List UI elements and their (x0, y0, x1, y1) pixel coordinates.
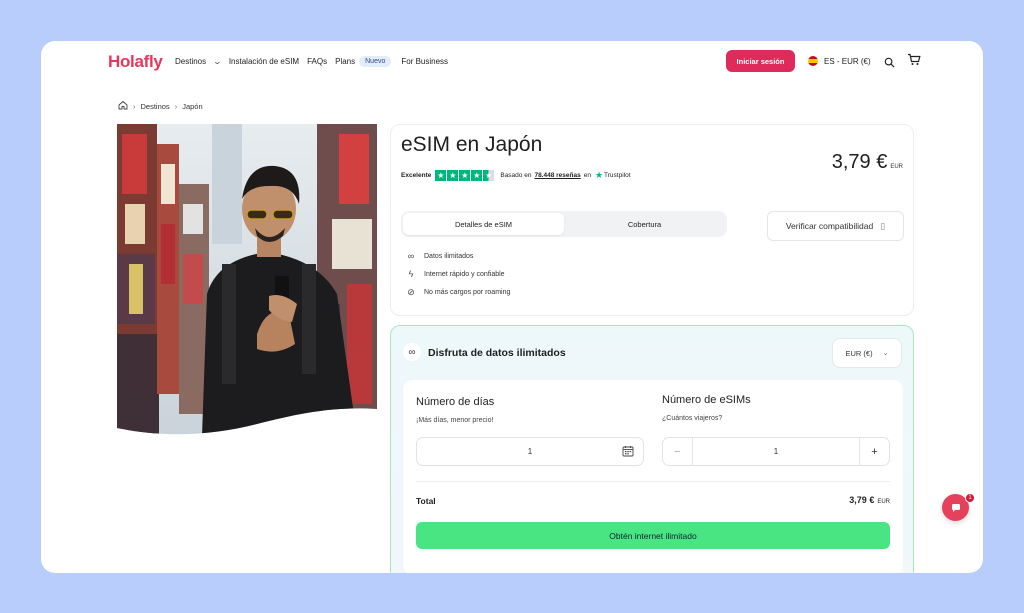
feature-item: ⊘ No más cargos por roaming (405, 283, 510, 301)
language-label: ES - EUR (€) (824, 56, 871, 66)
get-internet-button[interactable]: Obtén internet ilimitado (416, 522, 890, 549)
on-text: en (583, 172, 591, 179)
breadcrumb-separator: › (174, 101, 178, 111)
spain-flag-icon (808, 56, 818, 66)
nav-faqs[interactable]: FAQs (307, 57, 327, 66)
plan-title: Disfruta de datos ilimitados (428, 347, 566, 359)
breadcrumb-current: Japón (182, 101, 203, 111)
tab-esim-details[interactable]: Detalles de eSIM (403, 213, 564, 235)
decrement-button[interactable]: − (663, 438, 693, 465)
no-roaming-icon: ⊘ (407, 286, 415, 297)
product-tabs: Detalles de eSIM Cobertura (401, 211, 727, 237)
feature-label: Datos ilimitados (424, 252, 474, 260)
esims-label: Número de eSIMs (662, 394, 751, 406)
nav-destinations[interactable]: Destinos ⌄ (175, 57, 223, 66)
increment-button[interactable]: + (859, 438, 889, 465)
nav-business[interactable]: For Business (401, 57, 448, 66)
main-nav: Destinos ⌄ Instalación de eSIM FAQs Plan… (175, 56, 456, 67)
total-currency: EUR (877, 499, 890, 505)
infinity-icon: ∞ (403, 343, 421, 361)
days-hint: ¡Más días, menor precio! (416, 417, 494, 424)
breadcrumb: › Destinos › Japón (118, 100, 203, 112)
chevron-down-icon: ⌄ (212, 57, 223, 66)
esims-value[interactable]: 1 (693, 447, 859, 456)
price-amount: 3,79 € (831, 151, 888, 173)
half-star-icon: ★ (483, 170, 495, 181)
search-icon[interactable] (884, 55, 895, 73)
nav-plans-label: Plans (335, 57, 356, 66)
rating-stars: ★ ★ ★ ★ ★ (435, 170, 495, 181)
total-amount: 3,79 € (849, 495, 875, 505)
product-card: eSIM en Japón Excelente ★ ★ ★ ★ ★ Basado… (390, 124, 914, 316)
calendar-icon[interactable] (622, 445, 634, 459)
esims-hint: ¿Cuántos viajeros? (662, 415, 723, 422)
feature-item: ∞ Datos ilimitados (405, 247, 510, 265)
price-currency: EUR (890, 164, 903, 170)
plan-options: Número de días ¡Más días, menor precio! … (403, 380, 903, 573)
reviews-link[interactable]: 78.448 reseñas (534, 172, 580, 179)
chat-notification-badge: 1 (965, 493, 975, 503)
days-value: 1 (527, 447, 533, 456)
days-input[interactable]: 1 (416, 437, 644, 466)
currency-value: EUR (€) (845, 348, 873, 358)
chat-icon (951, 503, 960, 512)
hero-photo-traveler (117, 124, 377, 436)
breadcrumb-destinations[interactable]: Destinos (141, 102, 170, 111)
feature-list: ∞ Datos ilimitados ϟ Internet rápido y c… (405, 247, 510, 301)
chevron-down-icon: ⌄ (882, 350, 889, 357)
nav-install[interactable]: Instalación de eSIM (229, 57, 299, 66)
login-button[interactable]: Iniciar sesión (726, 50, 795, 72)
nav-plans[interactable]: Plans Nuevo (335, 56, 395, 67)
trustpilot-label: Trustpilot (604, 172, 631, 179)
trustpilot-rating: Excelente ★ ★ ★ ★ ★ Basado en 78.448 res… (401, 170, 631, 181)
total-price: 3,79 € EUR (849, 495, 890, 505)
star-icon: ★ (459, 170, 471, 181)
star-icon: ★ (471, 170, 483, 181)
divider (416, 481, 890, 482)
verify-compatibility-button[interactable]: Verificar compatibilidad ▯ (767, 211, 904, 241)
language-selector[interactable]: ES - EUR (€) (808, 56, 871, 66)
days-label: Número de días (416, 396, 495, 408)
feature-label: Internet rápido y confiable (424, 270, 505, 278)
product-title: eSIM en Japón (401, 133, 543, 156)
breadcrumb-separator: › (133, 101, 136, 111)
browser-window: Holafly Destinos ⌄ Instalación de eSIM F… (41, 41, 983, 573)
new-badge: Nuevo (359, 56, 392, 67)
cart-icon[interactable] (907, 53, 921, 71)
home-icon[interactable] (118, 100, 128, 112)
based-on-text: Basado en (500, 172, 532, 179)
infinity-icon: ∞ (407, 251, 415, 261)
site-header: Holafly Destinos ⌄ Instalación de eSIM F… (41, 41, 983, 83)
device-check-icon: ▯ (880, 220, 886, 231)
verify-label: Verificar compatibilidad (785, 221, 874, 231)
rating-label: Excelente (401, 172, 432, 179)
product-price: 3,79 € EUR (832, 151, 903, 174)
nav-destinations-label: Destinos (175, 57, 207, 66)
tab-coverage[interactable]: Cobertura (564, 213, 725, 235)
holafly-logo[interactable]: Holafly (108, 52, 163, 72)
plan-selector-card: ∞ Disfruta de datos ilimitados EUR (€) ⌄… (390, 325, 914, 573)
feature-item: ϟ Internet rápido y confiable (405, 265, 510, 283)
total-label: Total (416, 496, 436, 506)
trustpilot-star-icon: ★ (594, 170, 604, 180)
feature-label: No más cargos por roaming (424, 288, 511, 296)
esims-stepper: − 1 + (662, 437, 890, 466)
currency-select[interactable]: EUR (€) ⌄ (832, 338, 902, 368)
lightning-icon: ϟ (408, 269, 414, 279)
star-icon: ★ (435, 170, 447, 181)
star-icon: ★ (447, 170, 459, 181)
